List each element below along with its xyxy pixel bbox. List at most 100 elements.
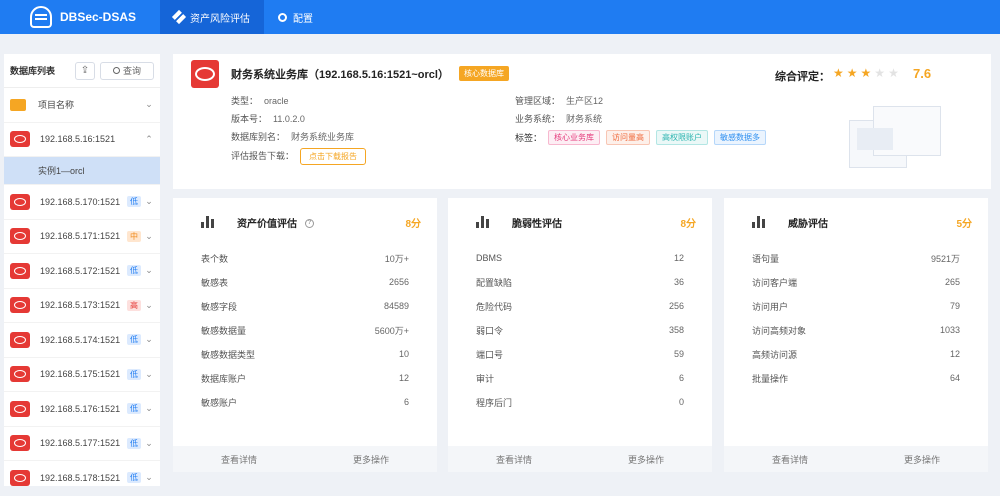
brand[interactable]: DBSec-DSAS xyxy=(0,0,160,34)
more-actions-button[interactable]: 更多操作 xyxy=(580,446,712,472)
overall-score-label: 综合评定： xyxy=(775,71,830,83)
metric-value: 256 xyxy=(668,301,684,311)
metric-label: 访问高频对象 xyxy=(752,325,807,336)
metric-row: 表个数 10万+ xyxy=(173,246,437,270)
chevron-down-icon[interactable]: ⌄ xyxy=(144,438,154,449)
export-button[interactable]: ⇪ xyxy=(75,61,95,80)
tree-item-db[interactable]: 192.168.5.170:1521 低 ⌄ xyxy=(4,185,160,220)
chevron-down-icon[interactable]: ⌄ xyxy=(144,403,154,414)
metric-row: 程序后门 0 xyxy=(448,390,712,414)
tree-item-label: 192.168.5.176:1521 xyxy=(40,403,121,414)
metric-label: 敏感数据量 xyxy=(201,325,247,336)
db-type-value: oracle xyxy=(264,96,289,106)
more-actions-button[interactable]: 更多操作 xyxy=(305,446,437,472)
more-actions-button[interactable]: 更多操作 xyxy=(856,446,988,472)
metric-row: 语句量 9521万 xyxy=(724,246,988,270)
db-type: 类型： oracle xyxy=(231,94,289,107)
tree-item-instance[interactable]: 实例1—orcl xyxy=(4,157,160,185)
oracle-icon xyxy=(10,366,30,383)
metric-row: DBMS 12 xyxy=(448,246,712,270)
tree-item-db[interactable]: 192.168.5.175:1521 低 ⌄ xyxy=(4,358,160,392)
chevron-down-icon[interactable]: ⌄ xyxy=(144,231,154,242)
risk-level-badge: 低 xyxy=(127,403,141,415)
chevron-down-icon[interactable]: ⌄ xyxy=(144,369,154,380)
metric-value: 79 xyxy=(949,301,960,311)
tag-high-privilege: 高权限账户 xyxy=(656,130,709,145)
db-system: 业务系统： 财务系统 xyxy=(515,112,602,125)
db-alias-value: 财务系统业务库 xyxy=(291,132,355,142)
tree-item-db[interactable]: 192.168.5.16:1521 ⌃ xyxy=(4,123,160,157)
metric-value: 84589 xyxy=(383,301,409,311)
risk-level-badge: 中 xyxy=(127,230,141,242)
card-header: 威胁评估 5分 xyxy=(724,198,988,246)
nav-asset-risk[interactable]: 资产风险评估 xyxy=(160,0,264,34)
db-tags: 标签： 核心业务库 访问量高 高权限账户 敏感数据多 xyxy=(515,130,767,145)
metric-label: 访问用户 xyxy=(752,301,789,312)
db-report: 评估报告下载： 点击下载报告 xyxy=(231,148,367,165)
tree-item-db[interactable]: 192.168.5.172:1521 低 ⌄ xyxy=(4,254,160,289)
metric-value: 358 xyxy=(668,325,684,335)
oracle-icon xyxy=(10,262,30,279)
tree-item-label: 192.168.5.172:1521 xyxy=(40,265,121,276)
oracle-icon xyxy=(10,469,30,486)
tree-item-db[interactable]: 192.168.5.171:1521 中 ⌄ xyxy=(4,220,160,254)
metric-value: 12 xyxy=(949,349,960,359)
app-name: DBSec-DSAS xyxy=(60,10,137,24)
top-bar: DBSec-DSAS 资产风险评估 配置 xyxy=(0,0,1000,34)
chevron-down-icon[interactable]: ⌄ xyxy=(144,196,154,207)
view-details-button[interactable]: 查看详情 xyxy=(173,446,305,472)
download-report-button[interactable]: 点击下载报告 xyxy=(300,148,367,165)
metric-label: 审计 xyxy=(476,373,495,384)
metric-row: 访问用户 79 xyxy=(724,294,988,318)
db-zone-label: 管理区域： xyxy=(515,96,561,106)
tree-item-label: 192.168.5.173:1521 xyxy=(40,300,121,311)
star-empty-icon: ★ xyxy=(888,66,902,80)
tree-item-db[interactable]: 192.168.5.178:1521 低 ⌄ xyxy=(4,461,160,486)
card-score: 5分 xyxy=(956,218,972,230)
star-icon: ★ xyxy=(860,66,875,80)
card-title: 脆弱性评估 xyxy=(512,218,562,230)
tree-item-label: 192.168.5.174:1521 xyxy=(40,334,121,345)
tree-item-db[interactable]: 192.168.5.173:1521 高 ⌄ xyxy=(4,289,160,323)
tree-group-project[interactable]: 项目名称 ⌄ xyxy=(4,88,160,123)
metric-label: 语句量 xyxy=(752,253,780,264)
chevron-down-icon[interactable]: ⌄ xyxy=(144,334,154,345)
metric-label: 端口号 xyxy=(476,349,504,360)
instance-label: 实例1—orcl xyxy=(38,166,85,176)
metric-value: 12 xyxy=(673,253,684,263)
oracle-icon xyxy=(10,131,30,148)
info-icon[interactable]: ? xyxy=(305,219,314,229)
metric-value: 1033 xyxy=(939,325,960,335)
metric-value: 9521万 xyxy=(930,253,960,264)
metric-label: 访问客户端 xyxy=(752,277,798,288)
metric-label: 敏感数据类型 xyxy=(201,349,256,360)
metric-value: 64 xyxy=(949,373,960,383)
bar-chart-icon xyxy=(476,216,492,228)
metric-value: 5600万+ xyxy=(374,325,409,336)
metric-value: 6 xyxy=(678,373,684,383)
risk-level-badge: 低 xyxy=(127,472,141,484)
metric-value: 36 xyxy=(673,277,684,287)
tree-item-db[interactable]: 192.168.5.177:1521 低 ⌄ xyxy=(4,427,160,461)
star-icon: ★ xyxy=(846,66,861,80)
report-illustration xyxy=(849,106,943,170)
chevron-down-icon[interactable]: ⌄ xyxy=(144,300,154,311)
db-alias-label: 数据库别名： xyxy=(231,132,286,142)
chevron-down-icon[interactable]: ⌄ xyxy=(144,265,154,276)
metric-row: 危险代码 256 xyxy=(448,294,712,318)
db-version-label: 版本号： xyxy=(231,114,268,124)
metric-row: 敏感字段 84589 xyxy=(173,294,437,318)
metric-label: 表个数 xyxy=(201,253,229,264)
chevron-up-icon[interactable]: ⌃ xyxy=(144,134,154,145)
metric-label: 批量操作 xyxy=(752,373,789,384)
tree-item-db[interactable]: 192.168.5.174:1521 低 ⌄ xyxy=(4,323,160,358)
view-details-button[interactable]: 查看详情 xyxy=(724,446,856,472)
search-button[interactable]: 查询 xyxy=(100,61,154,80)
nav-config[interactable]: 配置 xyxy=(264,0,327,34)
metric-label: 敏感账户 xyxy=(201,397,238,408)
star-empty-icon: ★ xyxy=(874,66,889,80)
view-details-button[interactable]: 查看详情 xyxy=(448,446,580,472)
chevron-down-icon[interactable]: ⌄ xyxy=(144,99,154,110)
tree-item-db[interactable]: 192.168.5.176:1521 低 ⌄ xyxy=(4,392,160,427)
chevron-down-icon[interactable]: ⌄ xyxy=(144,472,154,483)
